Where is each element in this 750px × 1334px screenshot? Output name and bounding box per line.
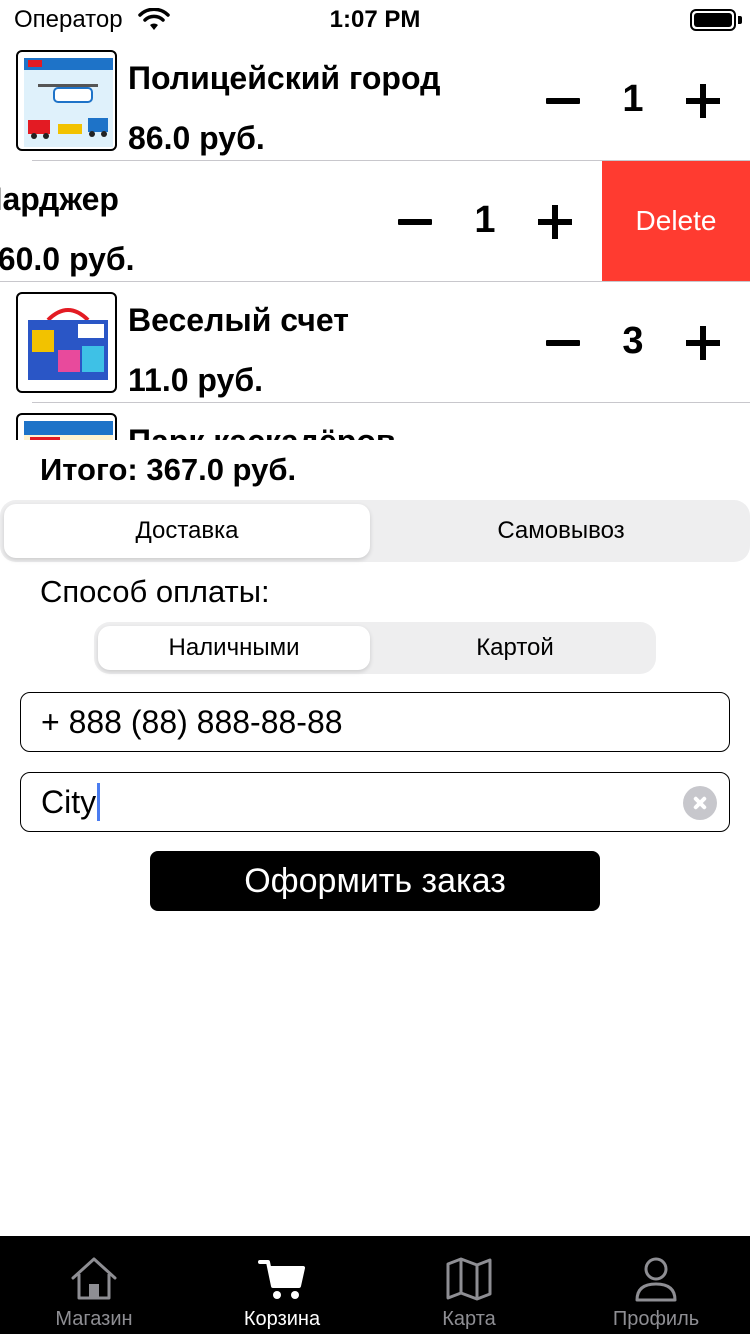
status-bar: Оператор 1:07 PM <box>0 0 750 40</box>
item-quantity: 1 <box>622 78 644 120</box>
product-image <box>16 50 117 151</box>
card-option[interactable]: Картой <box>378 626 652 670</box>
item-name: Веселый счет <box>128 302 349 338</box>
decrease-quantity-button[interactable] <box>546 322 580 362</box>
tab-bar: Магазин Корзина Карта Профиль <box>0 1236 750 1334</box>
battery-tip <box>738 16 742 24</box>
item-quantity: 3 <box>622 320 644 362</box>
cart-item[interactable]: Полицейский город 86.0 руб. 1 <box>0 40 750 161</box>
person-icon <box>635 1257 677 1302</box>
tab-map[interactable]: Карта <box>375 1236 563 1334</box>
tab-label: Карта <box>442 1308 496 1330</box>
item-name: Полицейский город <box>128 60 441 96</box>
tab-label: Профиль <box>612 1308 700 1330</box>
decrease-quantity-button[interactable] <box>398 201 432 241</box>
cart-item-content[interactable]: Чарджер 160.0 руб. 1 <box>0 161 602 281</box>
city-field[interactable]: City <box>20 772 730 832</box>
cart-item[interactable]: Веселый счет 11.0 руб. 3 <box>0 282 750 403</box>
tab-label: Магазин <box>55 1308 133 1330</box>
item-quantity: 1 <box>474 199 496 241</box>
cart-item-content[interactable]: Веселый счет 11.0 руб. 3 <box>0 282 750 402</box>
cart-item[interactable]: Чарджер 160.0 руб. 1 Delete <box>0 161 750 282</box>
increase-quantity-button[interactable] <box>686 326 720 360</box>
payment-method-control[interactable]: Наличными Картой <box>94 622 656 674</box>
delete-button[interactable]: Delete <box>602 161 750 281</box>
cart-list[interactable]: Полицейский город 86.0 руб. 1 Чарджер 16… <box>0 40 750 440</box>
place-order-button[interactable]: Оформить заказ <box>150 851 600 911</box>
item-price: 86.0 руб. <box>128 120 265 156</box>
text-caret <box>97 783 101 821</box>
tab-shop[interactable]: Магазин <box>0 1236 188 1334</box>
decrease-quantity-button[interactable] <box>546 80 580 120</box>
cart-icon <box>258 1260 305 1299</box>
tab-cart[interactable]: Корзина <box>188 1236 376 1334</box>
battery-icon <box>690 9 736 31</box>
cart-item-content[interactable]: Полицейский город 86.0 руб. 1 <box>0 40 750 160</box>
tab-label: Корзина <box>243 1308 321 1330</box>
cart-item[interactable]: Парк каскадёров <box>0 403 750 440</box>
item-price: 11.0 руб. <box>128 362 263 398</box>
cart-item-content[interactable]: Парк каскадёров <box>0 403 750 440</box>
cash-option[interactable]: Наличными <box>98 626 370 670</box>
delivery-method-control[interactable]: Доставка Самовывоз <box>0 500 750 562</box>
item-price: 160.0 руб. <box>0 241 135 277</box>
payment-method-label: Способ оплаты: <box>40 574 270 609</box>
tab-profile[interactable]: Профиль <box>562 1236 750 1334</box>
house-icon <box>71 1257 117 1300</box>
increase-quantity-button[interactable] <box>686 84 720 118</box>
phone-field[interactable]: + 888 (88) 888-88-88 <box>20 692 730 752</box>
item-name: Чарджер <box>0 181 119 217</box>
delivery-option[interactable]: Доставка <box>4 504 370 558</box>
product-image <box>16 413 117 440</box>
increase-quantity-button[interactable] <box>538 205 572 239</box>
status-time: 1:07 PM <box>329 6 421 33</box>
product-image <box>16 292 117 393</box>
order-total: Итого: 367.0 руб. <box>40 452 297 487</box>
map-icon <box>446 1257 492 1301</box>
pickup-option[interactable]: Самовывоз <box>376 504 746 558</box>
phone-value: + 888 (88) 888-88-88 <box>41 703 343 740</box>
item-name: Парк каскадёров <box>128 423 396 440</box>
city-value: City <box>41 783 97 820</box>
clear-icon[interactable] <box>683 786 717 820</box>
